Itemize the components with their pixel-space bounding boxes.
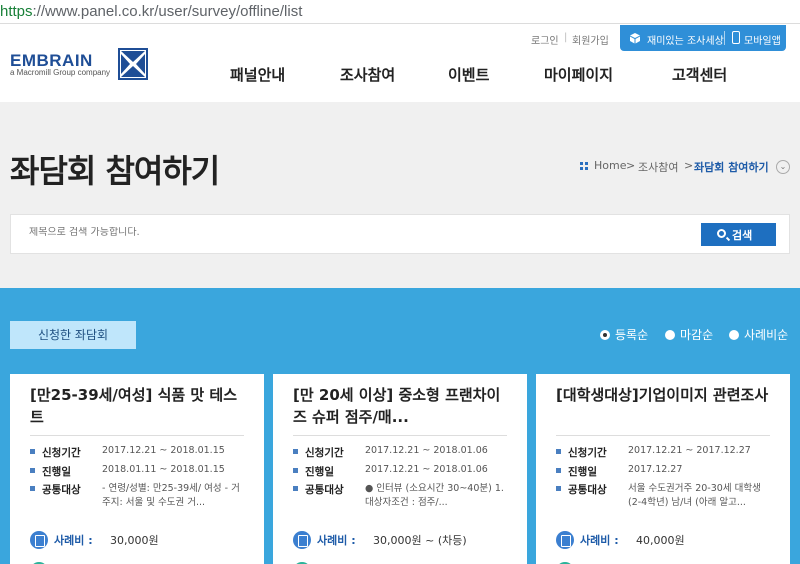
card-divider xyxy=(556,435,770,436)
search-icon xyxy=(717,229,726,238)
radio[interactable] xyxy=(665,330,675,340)
bullet-icon xyxy=(30,486,35,491)
date-label: 진행일 xyxy=(568,466,597,478)
quick-menu-divider xyxy=(724,31,725,45)
date-value: 2017.12.21 ~ 2018.01.06 xyxy=(365,464,488,475)
nav-survey[interactable]: 조사참여 xyxy=(340,64,395,85)
bullet-icon xyxy=(293,449,298,454)
macromill-logo-icon[interactable] xyxy=(118,48,148,80)
card-title[interactable]: [대학생대상]기업이미지 관련조사 xyxy=(556,384,774,406)
nav-customer-center[interactable]: 고객센터 xyxy=(672,64,727,85)
bullet-icon xyxy=(293,468,298,473)
reward-label: 사례비 : xyxy=(54,534,93,547)
sort-deadline[interactable]: 마감순 xyxy=(665,326,713,343)
search-box: 검색 xyxy=(10,214,790,254)
card-title[interactable]: [만 20세 이상] 중소형 프랜차이즈 슈퍼 점주/매... xyxy=(293,384,511,428)
nav-event[interactable]: 이벤트 xyxy=(448,64,489,85)
signup-link[interactable]: 회원가입 xyxy=(572,32,609,47)
bullet-icon xyxy=(30,449,35,454)
target-value: ● 인터뷰 (소요시간 30~40분) 1. 대상자조건 : 점주/... xyxy=(365,483,504,508)
period-label: 신청기간 xyxy=(42,447,81,459)
address-bar[interactable]: https://www.panel.co.kr/user/survey/offl… xyxy=(0,0,800,24)
breadcrumb-survey[interactable]: 조사참여 xyxy=(638,159,678,175)
login-link[interactable]: 로그인 xyxy=(531,32,559,47)
top-quick-menu: 재미있는 조사세상 모바일앱 xyxy=(620,25,786,51)
reward-icon xyxy=(556,531,574,549)
date-label: 진행일 xyxy=(42,466,71,478)
home-grid-icon xyxy=(580,162,588,170)
period-label: 신청기간 xyxy=(568,447,607,459)
logo-subtitle: a Macromill Group company xyxy=(10,68,111,77)
date-value: 2018.01.11 ~ 2018.01.15 xyxy=(102,464,225,475)
chevron-down-icon[interactable]: ⌄ xyxy=(776,160,790,174)
sort-reward[interactable]: 사례비순 xyxy=(729,326,788,343)
cube-icon xyxy=(630,33,640,44)
fun-survey-link[interactable]: 재미있는 조사세상 xyxy=(647,32,724,47)
target-label: 공통대상 xyxy=(305,484,344,496)
title-band: 좌담회 참여하기 Home > 조사참여 > 좌담회 참여하기 ⌄ 검색 xyxy=(0,102,800,288)
reward-value: 30,000원 ~ (차등) xyxy=(373,534,467,547)
bullet-icon xyxy=(30,468,35,473)
mobile-app-link[interactable]: 모바일앱 xyxy=(744,32,781,47)
reward-icon xyxy=(30,531,48,549)
period-value: 2017.12.21 ~ 2018.01.15 xyxy=(102,445,225,456)
period-value: 2017.12.21 ~ 2017.12.27 xyxy=(628,445,751,456)
bullet-icon xyxy=(556,449,561,454)
bullet-icon xyxy=(556,468,561,473)
url-scheme: https xyxy=(0,3,33,20)
sort-label: 마감순 xyxy=(680,328,714,342)
card-divider xyxy=(293,435,507,436)
date-value: 2017.12.27 xyxy=(628,464,683,475)
reward-icon xyxy=(293,531,311,549)
url-path: ://www.panel.co.kr/user/survey/offline/l… xyxy=(32,3,303,20)
reward-value: 40,000원 xyxy=(636,534,685,547)
breadcrumb-current: 좌담회 참여하기 xyxy=(694,161,769,174)
breadcrumb-home[interactable]: Home xyxy=(594,159,626,172)
sort-registration[interactable]: 등록순 xyxy=(600,326,648,343)
sort-label: 사례비순 xyxy=(744,328,789,342)
target-label: 공통대상 xyxy=(568,484,607,496)
card-divider xyxy=(30,435,244,436)
nav-mypage[interactable]: 마이페이지 xyxy=(544,64,613,85)
page-title: 좌담회 참여하기 xyxy=(10,152,220,190)
url-text[interactable]: https://www.panel.co.kr/user/survey/offl… xyxy=(0,3,302,20)
mobile-phone-icon xyxy=(732,31,740,44)
survey-card[interactable]: [만 20세 이상] 중소형 프랜차이즈 슈퍼 점주/매... 신청기간 201… xyxy=(273,374,527,564)
period-label: 신청기간 xyxy=(305,447,344,459)
reward-label: 사례비 : xyxy=(580,534,619,547)
reward-value: 30,000원 xyxy=(110,534,159,547)
period-value: 2017.12.21 ~ 2018.01.06 xyxy=(365,445,488,456)
breadcrumb-separator: > xyxy=(684,159,694,172)
card-title[interactable]: [만25-39세/여성] 식품 맛 테스트 xyxy=(30,384,248,428)
list-section: 신청한 좌담회 등록순 마감순 사례비순 [만25-39세/여성] 식품 맛 테… xyxy=(0,288,800,564)
sort-label: 등록순 xyxy=(615,328,649,342)
survey-card[interactable]: [대학생대상]기업이미지 관련조사 신청기간 2017.12.21 ~ 2017… xyxy=(536,374,790,564)
applied-groups-button[interactable]: 신청한 좌담회 xyxy=(10,321,136,349)
target-value: - 연령/성별: 만25-39세/ 여성 - 거주지: 서울 및 수도권 거..… xyxy=(102,483,240,508)
reward-label: 사례비 : xyxy=(317,534,356,547)
site-header: EMBRAIN a Macromill Group company 로그인 | … xyxy=(0,24,800,102)
radio-selected[interactable] xyxy=(600,330,610,340)
bullet-icon xyxy=(556,486,561,491)
target-value: 서울 수도권거주 20-30세 대학생(2-4학년) 남/녀 (아래 알고... xyxy=(628,483,761,508)
search-button[interactable]: 검색 xyxy=(701,223,776,246)
date-label: 진행일 xyxy=(305,466,334,478)
search-input[interactable] xyxy=(29,227,629,238)
target-label: 공통대상 xyxy=(42,484,81,496)
bullet-icon xyxy=(293,486,298,491)
breadcrumb-separator: > xyxy=(626,159,636,172)
radio[interactable] xyxy=(729,330,739,340)
search-button-label: 검색 xyxy=(732,230,753,242)
util-separator: | xyxy=(564,32,568,43)
survey-card[interactable]: [만25-39세/여성] 식품 맛 테스트 신청기간 2017.12.21 ~ … xyxy=(10,374,264,564)
nav-panel-info[interactable]: 패널안내 xyxy=(230,64,285,85)
